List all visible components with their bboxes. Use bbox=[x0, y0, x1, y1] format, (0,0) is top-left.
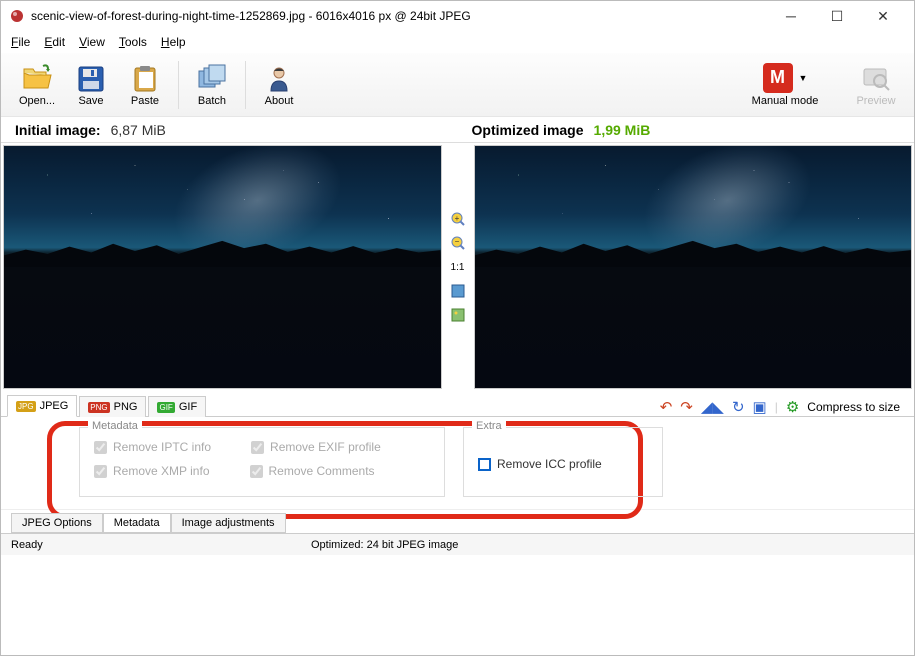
optimized-image-pane[interactable] bbox=[474, 145, 913, 389]
compress-to-size-button[interactable]: Compress to size bbox=[807, 400, 900, 414]
rotate-icon[interactable]: ↻ bbox=[732, 398, 745, 416]
about-button[interactable]: About bbox=[253, 56, 305, 114]
batch-icon bbox=[196, 63, 228, 93]
optimized-image-label: Optimized image bbox=[472, 122, 584, 138]
redo-icon[interactable]: ↷ bbox=[680, 398, 693, 416]
remove-icc-checkbox[interactable]: Remove ICC profile bbox=[478, 457, 602, 471]
remove-iptc-checkbox[interactable]: Remove IPTC info bbox=[94, 440, 211, 454]
preview-button[interactable]: Preview bbox=[848, 63, 904, 107]
crop-icon[interactable]: ▣ bbox=[753, 398, 767, 416]
initial-image-label: Initial image: bbox=[15, 122, 101, 138]
tab-metadata[interactable]: Metadata bbox=[103, 513, 171, 533]
menu-edit[interactable]: Edit bbox=[44, 35, 65, 49]
close-button[interactable]: ✕ bbox=[860, 1, 906, 31]
tab-png[interactable]: PNGPNG bbox=[79, 396, 146, 417]
zoom-in-icon[interactable]: + bbox=[449, 210, 467, 228]
magnifier-icon bbox=[860, 63, 892, 93]
statusbar: Ready Optimized: 24 bit JPEG image bbox=[1, 533, 914, 555]
tab-image-adjustments[interactable]: Image adjustments bbox=[171, 513, 286, 533]
clipboard-icon bbox=[129, 63, 161, 93]
floppy-icon bbox=[75, 63, 107, 93]
size-bar: Initial image: 6,87 MiB Optimized image … bbox=[1, 117, 914, 143]
dropdown-arrow-icon: ▼ bbox=[799, 73, 808, 83]
menu-tools[interactable]: Tools bbox=[119, 35, 147, 49]
extra-fieldset: Extra Remove ICC profile bbox=[463, 427, 663, 497]
manual-badge-icon: M bbox=[763, 63, 793, 93]
bottom-tabs: JPEG Options Metadata Image adjustments bbox=[1, 509, 914, 533]
format-tabs: JPGJPEG PNGPNG GIFGIF ↶ ↷ ◢◣ ↻ ▣ | ⚙ Com… bbox=[1, 391, 914, 417]
svg-text:+: + bbox=[454, 214, 459, 223]
person-icon bbox=[263, 63, 295, 93]
maximize-button[interactable]: ☐ bbox=[814, 1, 860, 31]
open-button[interactable]: Open... bbox=[11, 56, 63, 114]
gear-icon[interactable]: ⚙ bbox=[786, 398, 799, 416]
optimized-image-size: 1,99 MiB bbox=[594, 122, 651, 138]
window-title: scenic-view-of-forest-during-night-time-… bbox=[31, 9, 768, 23]
metadata-legend: Metadata bbox=[88, 420, 142, 432]
zoom-tools: + − 1:1 bbox=[444, 145, 472, 389]
image-compare-area: + − 1:1 bbox=[1, 143, 914, 391]
extra-legend: Extra bbox=[472, 420, 506, 432]
menu-view[interactable]: View bbox=[79, 35, 105, 49]
zoom-out-icon[interactable]: − bbox=[449, 234, 467, 252]
titlebar: scenic-view-of-forest-during-night-time-… bbox=[1, 1, 914, 31]
svg-text:−: − bbox=[454, 237, 459, 246]
metadata-fieldset: Metadata Remove IPTC info Remove EXIF pr… bbox=[79, 427, 445, 497]
flip-horizontal-icon[interactable]: ◢◣ bbox=[701, 398, 724, 416]
undo-icon[interactable]: ↶ bbox=[660, 398, 673, 416]
paste-button[interactable]: Paste bbox=[119, 56, 171, 114]
remove-xmp-checkbox[interactable]: Remove XMP info bbox=[94, 464, 210, 478]
fit-window-icon[interactable] bbox=[449, 282, 467, 300]
initial-image-size: 6,87 MiB bbox=[111, 122, 166, 138]
manual-mode-button[interactable]: M ▼ Manual mode bbox=[740, 63, 830, 107]
app-icon bbox=[9, 8, 25, 24]
menu-help[interactable]: Help bbox=[161, 35, 186, 49]
status-ready: Ready bbox=[11, 539, 311, 551]
save-button[interactable]: Save bbox=[65, 56, 117, 114]
settings-panel: Metadata Remove IPTC info Remove EXIF pr… bbox=[1, 417, 914, 509]
menu-file[interactable]: File bbox=[11, 35, 30, 49]
folder-open-icon bbox=[21, 63, 53, 93]
zoom-ratio-label[interactable]: 1:1 bbox=[449, 258, 467, 276]
tab-jpeg-options[interactable]: JPEG Options bbox=[11, 513, 103, 533]
remove-exif-checkbox[interactable]: Remove EXIF profile bbox=[251, 440, 381, 454]
remove-comments-checkbox[interactable]: Remove Comments bbox=[250, 464, 375, 478]
toolbar: Open... Save Paste Batch About M ▼ bbox=[1, 53, 914, 117]
tab-jpeg[interactable]: JPGJPEG bbox=[7, 395, 77, 417]
initial-image-pane[interactable] bbox=[3, 145, 442, 389]
minimize-button[interactable]: ─ bbox=[768, 1, 814, 31]
tab-gif[interactable]: GIFGIF bbox=[148, 396, 206, 417]
status-optimized: Optimized: 24 bit JPEG image bbox=[311, 539, 458, 551]
batch-button[interactable]: Batch bbox=[186, 56, 238, 114]
fit-image-icon[interactable] bbox=[449, 306, 467, 324]
menubar: File Edit View Tools Help bbox=[1, 31, 914, 53]
